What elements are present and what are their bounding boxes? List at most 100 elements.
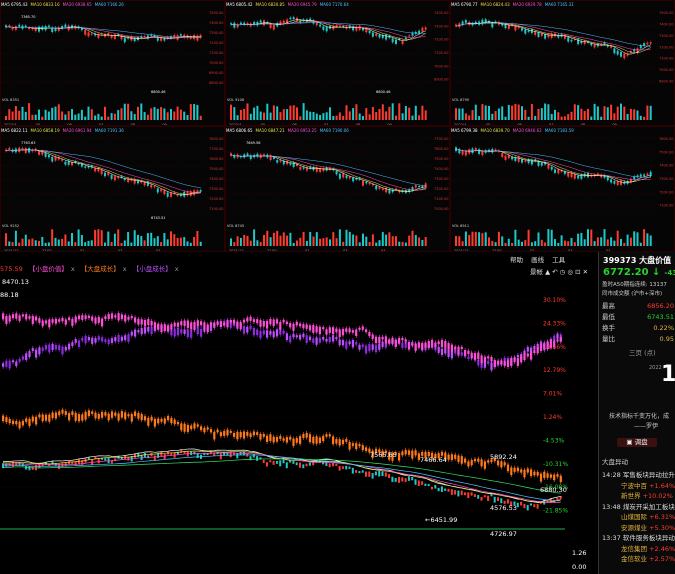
volume-bar — [276, 230, 279, 246]
volume-bar — [404, 242, 407, 246]
volume-bar — [173, 111, 176, 120]
volume-bar — [120, 108, 123, 120]
volume-bar — [110, 113, 113, 120]
volume-bar — [236, 115, 239, 120]
candlestick-chart[interactable]: 7400.00 7300.00 7200.00 7100.00 7000.00 6900.… — [226, 8, 450, 126]
tab-small-value[interactable]: 【小盘价值】 x — [29, 263, 75, 275]
news-item[interactable]: 13:37 软件服务板块异动 — [602, 534, 675, 543]
volume-bar — [401, 241, 404, 246]
news-item[interactable]: 新世界 +10.02% — [621, 492, 675, 501]
news-time: 13:48 — [602, 502, 623, 511]
volume-bar — [319, 114, 322, 120]
y-tick-label: 7200.00 — [209, 41, 223, 45]
candle — [384, 472, 387, 477]
price-value: 6772.20 ↓ — [603, 267, 661, 278]
mini-chart-panel[interactable]: MA5 6790.77 MA10 6824.43 MA20 6929.78 MA60 … — [450, 0, 675, 126]
news-item[interactable]: 宁波中百 +1.64% — [621, 482, 675, 491]
volume-bar — [24, 111, 27, 120]
volume-bar — [378, 108, 381, 120]
volume-bar — [104, 106, 106, 120]
y-tick-label: 7700.00 — [434, 137, 448, 141]
volume-bar — [362, 233, 364, 246]
mini-chart-panel[interactable]: MA5 6805.42 MA10 6830.85 MA20 6945.79 MA60 … — [225, 0, 450, 126]
main-chart-svg[interactable]: 30.10%24.33%18.56%12.79%7.01%1.24%-4.53%… — [0, 252, 598, 574]
y-tick-label: 7300.00 — [659, 177, 673, 181]
mini-chart-panel[interactable]: MA5 6795.43 MA10 6833.16 MA20 6938.65 MA60 … — [0, 0, 225, 126]
close-icon[interactable]: x — [123, 265, 127, 273]
candlestick-chart[interactable]: 7700.00 7600.00 7500.00 7400.00 7300.00 7200.… — [226, 134, 450, 252]
volume-bar — [18, 242, 21, 246]
volume-bar — [646, 233, 649, 246]
volume-label: VOL 8911 — [452, 224, 469, 228]
candle — [401, 477, 404, 482]
volume-bar — [649, 105, 652, 120]
candlestick-chart[interactable]: 7600.00 7500.00 7400.00 7300.00 7200.00 7100.… — [451, 134, 675, 252]
ma-label: MA5 6790.77 — [451, 2, 478, 7]
volume-bar — [100, 116, 103, 120]
stock-name: 安源煤业 — [621, 523, 647, 532]
volume-bar — [481, 104, 484, 120]
mini-chart-panel[interactable]: MA5 6822.11 MA10 6858.19 MA20 6961.94 MA60 … — [0, 126, 225, 252]
volume-bar — [636, 110, 639, 120]
volume-bar — [461, 241, 464, 246]
volume-bar — [494, 111, 497, 120]
volume-bar — [461, 108, 464, 120]
y-tick-label: 7500.00 — [659, 11, 673, 15]
volume-bar — [77, 113, 80, 120]
volume-bar — [127, 103, 130, 120]
volume-bar — [606, 107, 609, 120]
tab-small-growth[interactable]: 【小盘成长】 x — [133, 263, 179, 275]
news-item[interactable]: 金信软业 +2.57% — [621, 555, 675, 564]
volume-bar — [170, 231, 172, 246]
ma-label: MA20 6961.94 — [62, 128, 92, 133]
candle — [530, 503, 532, 506]
volume-bar — [305, 240, 308, 246]
stat-value: 6856.20 — [647, 302, 674, 310]
volume-bar — [455, 108, 457, 120]
mini-chart-panel[interactable]: MA5 6806.65 MA10 6847.21 MA20 6953.25 MA60 … — [225, 126, 450, 252]
volume-bar — [38, 109, 40, 120]
close-icon[interactable]: x — [71, 265, 75, 273]
adjust-button[interactable]: ▣ 调盘 — [617, 438, 657, 447]
volume-bar — [348, 111, 351, 120]
volume-bar — [623, 242, 626, 246]
close-icon[interactable]: x — [175, 265, 179, 273]
volume-bar — [563, 116, 566, 120]
quote-line-1: 技术指标千变万化，成 — [609, 413, 670, 420]
news-item[interactable]: 安源煤业 +5.30% — [621, 524, 675, 533]
y-tick-label: 7600.00 — [434, 147, 448, 151]
ma-line — [455, 148, 651, 183]
volume-bar — [123, 103, 126, 120]
mini-chart-panel[interactable]: MA5 6799.38 MA10 6839.70 MA20 6946.62 MA60 … — [450, 126, 675, 252]
candle — [147, 455, 150, 459]
ma-line — [455, 21, 651, 55]
y-tick-label: 6900.00 — [209, 71, 223, 75]
chart-toolbar[interactable]: 景帐 ▲ ↶ ◷ ◎ ⊡ ✕ — [530, 266, 588, 276]
y-tick-label: 7200.00 — [209, 197, 223, 201]
candlestick-chart[interactable]: 7800.00 7700.00 7600.00 7500.00 7400.00 7300.… — [1, 134, 225, 252]
volume-bar — [266, 103, 269, 120]
volume-bar — [583, 239, 586, 246]
news-item[interactable]: 龙信集团 +2.46% — [621, 545, 675, 554]
volume-bar — [269, 237, 272, 246]
volume-bar — [239, 109, 242, 120]
ma-label: MA10 6847.21 — [255, 128, 285, 133]
candlestick-chart[interactable]: 7500.00 7400.00 7300.00 7200.00 7100.00 7000.… — [451, 8, 675, 126]
volume-bar — [385, 234, 388, 246]
volume-bar — [137, 234, 139, 246]
ma-label: MA20 6945.79 — [287, 2, 317, 7]
volume-bar — [620, 103, 622, 120]
candlestick-chart[interactable]: 7500.00 7400.00 7300.00 7200.00 7100.00 7000.… — [1, 8, 225, 126]
tab-bar: 575.59 【小盘价值】 x 【大盘成长】 x 【小盘成长】 x — [0, 263, 600, 275]
news-item[interactable]: 13:48 煤炭开采加工板块异 — [602, 503, 675, 512]
candle — [341, 466, 344, 469]
ma-label: MA20 6938.65 — [62, 2, 92, 7]
volume-bar — [302, 231, 305, 246]
ma-label: MA10 6830.85 — [255, 2, 285, 7]
tab-large-growth[interactable]: 【大盘成长】 x — [81, 263, 127, 275]
stat-label: 最低 — [602, 313, 615, 321]
candle — [460, 490, 463, 496]
volume-bar — [325, 112, 328, 120]
news-item[interactable]: 山煤国际 +6.31% — [621, 513, 675, 522]
news-item[interactable]: 14:28 军售板块异动拉升 — [602, 471, 675, 480]
